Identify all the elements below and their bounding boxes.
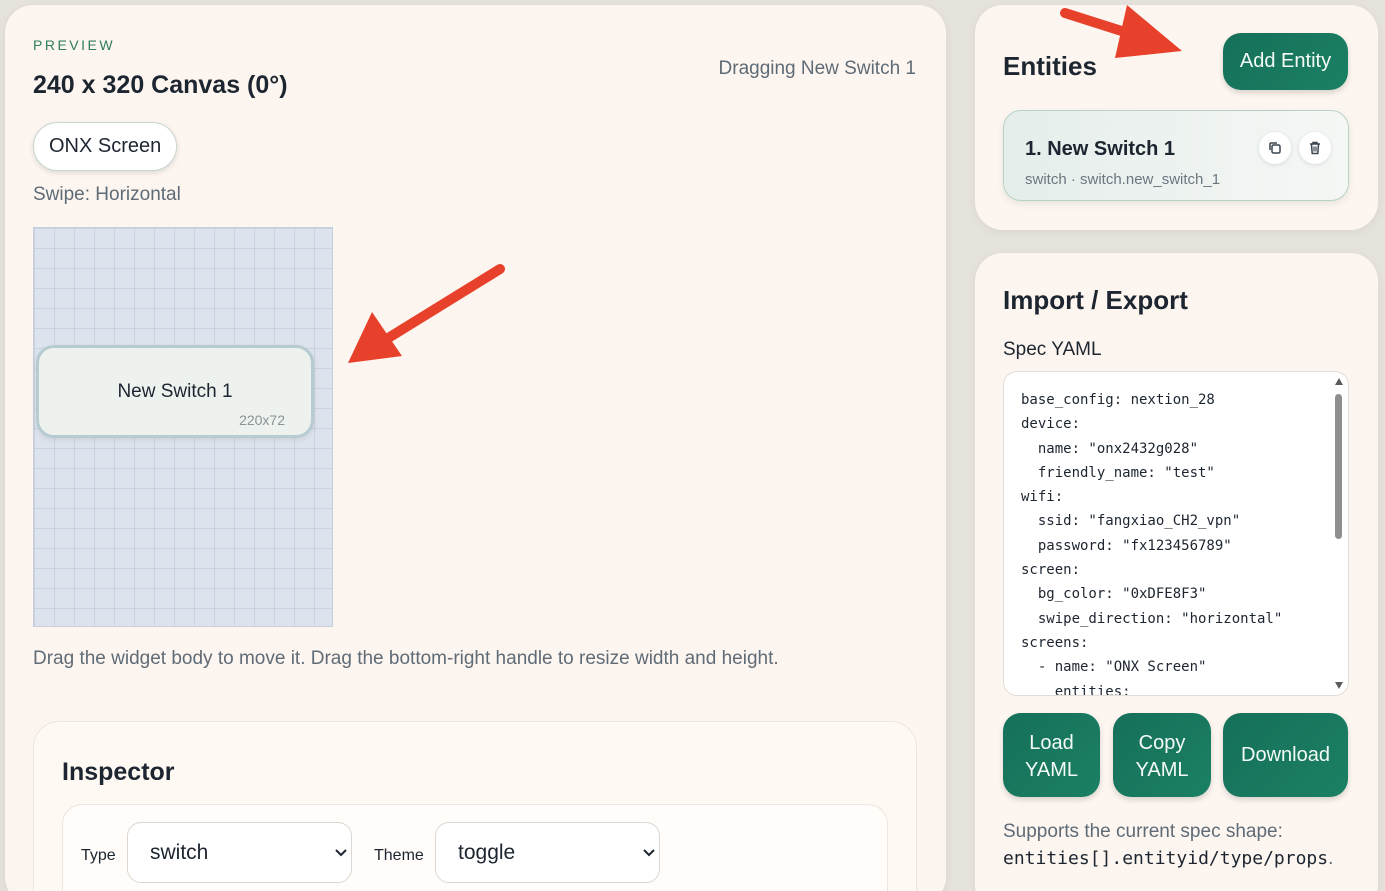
theme-select[interactable]: toggle [435, 822, 660, 883]
annotation-arrow-icon [348, 264, 505, 363]
inspector-title: Inspector [62, 758, 175, 786]
screen-tab-onx-screen[interactable]: ONX Screen [33, 122, 178, 171]
theme-select-value: toggle [458, 841, 516, 864]
type-select-value: switch [150, 841, 209, 864]
spec-yaml-label: Spec YAML [1003, 339, 1102, 360]
preview-panel: PREVIEW 240 x 320 Canvas (0°) Dragging N… [5, 5, 946, 891]
load-yaml-button[interactable]: Load YAML [1003, 713, 1100, 797]
chevron-down-icon [643, 849, 655, 857]
canvas-title: 240 x 320 Canvas (0°) [33, 71, 288, 99]
copy-yaml-label-1: Copy [1138, 732, 1186, 754]
load-yaml-label-1: Load [1029, 732, 1074, 754]
switch-widget[interactable]: New Switch 1 220x72 [36, 345, 314, 438]
delete-entity-button[interactable] [1299, 132, 1331, 164]
supports-end: . [1328, 848, 1334, 869]
import-export-title: Import / Export [1003, 285, 1188, 315]
canvas-help-text: Drag the widget body to move it. Drag th… [33, 648, 779, 669]
inspector-panel: Inspector Type switch Theme toggle [33, 721, 917, 891]
duplicate-entity-button[interactable] [1259, 132, 1291, 164]
swipe-direction-label: Swipe: Horizontal [33, 184, 181, 205]
type-label: Type [81, 847, 116, 864]
theme-label: Theme [374, 847, 424, 864]
load-yaml-label-2: YAML [1025, 759, 1078, 781]
annotation-arrow-icon [1060, 5, 1182, 58]
entity-meta: switch · switch.new_switch_1 [1025, 171, 1221, 188]
trash-icon [1310, 141, 1320, 155]
copy-yaml-button[interactable]: Copy YAML [1113, 713, 1211, 797]
scrollbar-thumb[interactable] [1335, 394, 1342, 539]
widget-resize-handle[interactable]: 220x72 [239, 412, 285, 428]
yaml-content: base_config: nextion_28 device: name: "o… [1021, 392, 1283, 696]
type-select[interactable]: switch [127, 822, 352, 883]
spec-yaml-textarea[interactable]: base_config: nextion_28 device: name: "o… [1003, 371, 1349, 696]
inspector-fields: Type switch Theme toggle [62, 804, 888, 891]
add-entity-button[interactable]: Add Entity [1223, 33, 1348, 90]
scroll-down-icon[interactable] [1335, 682, 1343, 689]
preview-eyebrow: PREVIEW [33, 37, 116, 53]
supports-code: entities[].entityid/type/props [1003, 848, 1329, 869]
copy-icon [1269, 142, 1281, 154]
drag-status: Dragging New Switch 1 [718, 58, 916, 79]
supports-note: Supports the current spec shape: entitie… [1003, 818, 1333, 872]
scroll-up-icon[interactable] [1335, 378, 1343, 385]
entity-name: 1. New Switch 1 [1025, 138, 1176, 160]
import-export-panel: Import / Export Spec YAML base_config: n… [975, 253, 1378, 891]
preview-canvas[interactable]: New Switch 1 220x72 [33, 227, 333, 627]
widget-label: New Switch 1 [117, 381, 233, 402]
download-button[interactable]: Download [1223, 713, 1348, 797]
entity-list-item[interactable]: 1. New Switch 1 switch · switch.new_swit… [1003, 110, 1349, 201]
chevron-down-icon [335, 849, 347, 857]
supports-text: Supports the current spec shape: [1003, 821, 1283, 842]
copy-yaml-label-2: YAML [1135, 759, 1189, 781]
